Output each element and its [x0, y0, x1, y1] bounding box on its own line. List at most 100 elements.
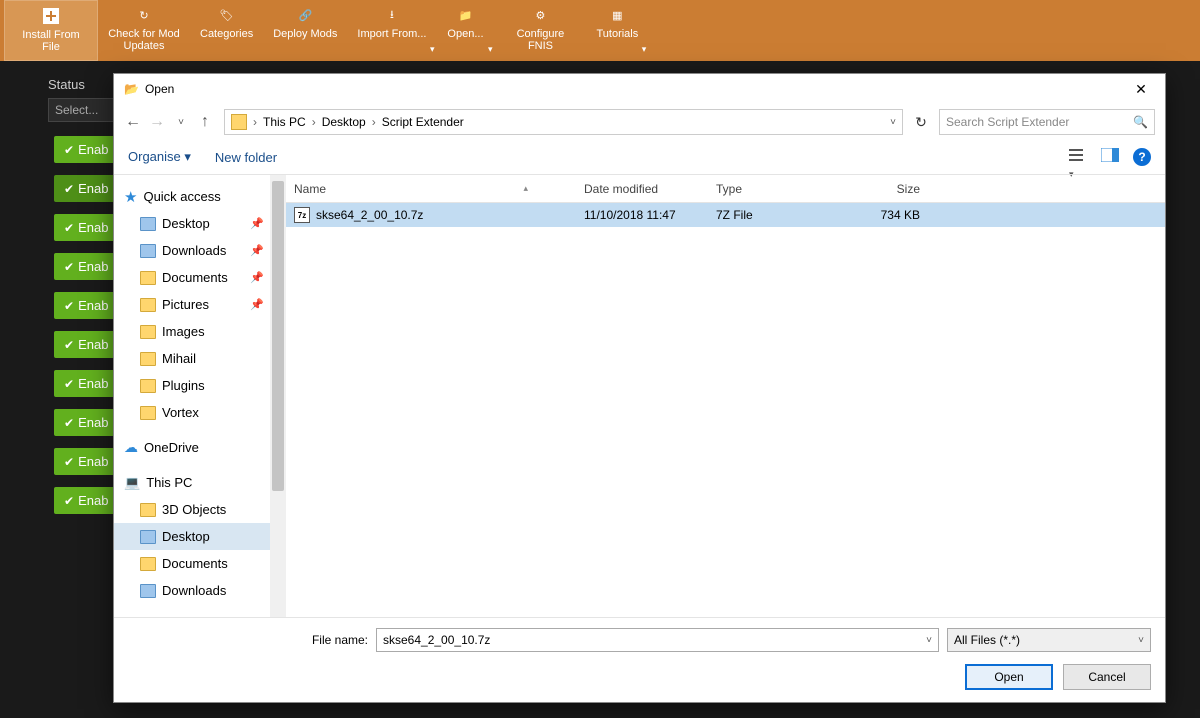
folder-icon: [231, 114, 247, 130]
cloud-icon: ☁: [124, 439, 138, 456]
toolbar-install-from-file[interactable]: Install From File: [4, 0, 98, 61]
address-bar[interactable]: › This PC › Desktop › Script Extender ˅: [224, 109, 903, 135]
help-button[interactable]: ?: [1133, 148, 1151, 166]
filename-input[interactable]: skse64_2_00_10.7z ˅: [376, 628, 939, 652]
dialog-tools-row: Organise ▾ New folder ▾ ?: [114, 140, 1165, 174]
column-size[interactable]: Size: [838, 182, 928, 196]
folder-icon: [140, 244, 156, 258]
plus-box-icon: [40, 5, 62, 27]
folder-icon: [140, 271, 156, 285]
organise-menu[interactable]: Organise ▾: [128, 149, 191, 165]
mod-row-enabled[interactable]: ✔Enab: [54, 448, 115, 475]
gear-icon: ⚙: [529, 4, 551, 26]
file-list: Name▴ Date modified Type Size 7zskse64_2…: [286, 175, 1165, 617]
folder-icon: [140, 557, 156, 571]
tree-item[interactable]: Mihail: [114, 345, 270, 372]
dialog-nav-row: ← → ˅ ↑ › This PC › Desktop › Script Ext…: [114, 104, 1165, 140]
check-icon: ✔: [64, 377, 74, 391]
up-button[interactable]: ↑: [196, 113, 214, 131]
folder-icon: [140, 530, 156, 544]
toolbar-deploy-mods[interactable]: 🔗 Deploy Mods: [263, 0, 347, 61]
check-icon: ✔: [64, 143, 74, 157]
tree-item[interactable]: Images: [114, 318, 270, 345]
folder-icon: [140, 379, 156, 393]
filter-dropdown[interactable]: ˅: [1138, 635, 1144, 646]
open-button[interactable]: Open: [965, 664, 1053, 690]
folder-icon: 📁: [454, 4, 476, 26]
pin-icon: 📌: [250, 271, 264, 284]
address-dropdown[interactable]: ˅: [890, 117, 896, 128]
filename-dropdown[interactable]: ˅: [926, 635, 932, 646]
close-button[interactable]: ✕: [1127, 81, 1155, 98]
tree-item[interactable]: Downloads: [114, 577, 270, 604]
scrollbar-thumb[interactable]: [272, 181, 284, 491]
folder-icon: [140, 325, 156, 339]
link-icon: 🔗: [294, 4, 316, 26]
column-name[interactable]: Name▴: [286, 182, 576, 196]
tree-item[interactable]: Documents📌: [114, 264, 270, 291]
search-input[interactable]: Search Script Extender 🔍: [939, 109, 1155, 135]
toolbar-categories[interactable]: 🏷 Categories: [190, 0, 263, 61]
tree-item[interactable]: 3D Objects: [114, 496, 270, 523]
mod-row-enabled[interactable]: ✔Enab: [54, 370, 115, 397]
tree-onedrive[interactable]: ☁OneDrive: [114, 434, 270, 461]
toolbar-configure-fnis[interactable]: ⚙ Configure FNIS: [494, 0, 586, 61]
file-list-header: Name▴ Date modified Type Size: [286, 175, 1165, 203]
tree-scrollbar[interactable]: [270, 175, 286, 617]
recent-locations-button[interactable]: ˅: [172, 113, 190, 131]
folder-icon: [140, 352, 156, 366]
new-folder-button[interactable]: New folder: [215, 150, 277, 165]
mod-row-enabled[interactable]: ✔Enab: [54, 409, 115, 436]
tree-item[interactable]: Vortex: [114, 399, 270, 426]
preview-pane-button[interactable]: [1101, 148, 1119, 166]
pc-icon: 💻: [124, 475, 140, 491]
tree-item[interactable]: Plugins: [114, 372, 270, 399]
import-icon: ⭳: [381, 4, 403, 26]
toolbar-tutorials[interactable]: ▦ Tutorials ▾: [586, 0, 648, 61]
vortex-toolbar: Install From File ↻ Check for Mod Update…: [0, 0, 1200, 61]
tree-item[interactable]: Desktop📌: [114, 210, 270, 237]
tree-item[interactable]: Downloads📌: [114, 237, 270, 264]
mod-row-enabled[interactable]: ✔Enab: [54, 331, 115, 358]
breadcrumb[interactable]: This PC: [263, 115, 306, 129]
folder-open-icon: 📂: [124, 82, 139, 96]
toolbar-import-from[interactable]: ⭳ Import From... ▾: [347, 0, 436, 61]
status-heading: Status: [48, 77, 115, 92]
mod-row-enabled[interactable]: ✔Enab: [54, 253, 115, 280]
dialog-bottom: File name: skse64_2_00_10.7z ˅ All Files…: [114, 617, 1165, 702]
tree-this-pc[interactable]: 💻This PC: [114, 469, 270, 496]
file-filter-select[interactable]: All Files (*.*) ˅: [947, 628, 1151, 652]
column-date[interactable]: Date modified: [576, 182, 708, 196]
caret-down-icon: ▾: [642, 44, 647, 55]
cancel-button[interactable]: Cancel: [1063, 664, 1151, 690]
breadcrumb[interactable]: Script Extender: [382, 115, 464, 129]
tree-item[interactable]: Pictures📌: [114, 291, 270, 318]
dialog-titlebar: 📂 Open ✕: [114, 74, 1165, 104]
folder-icon: [140, 217, 156, 231]
check-icon: ✔: [64, 338, 74, 352]
breadcrumb[interactable]: Desktop: [322, 115, 366, 129]
view-mode-button[interactable]: ▾: [1069, 148, 1087, 166]
mod-row-enabled[interactable]: ✔Enab: [54, 292, 115, 319]
tree-item[interactable]: Desktop: [114, 523, 270, 550]
toolbar-check-updates[interactable]: ↻ Check for Mod Updates: [98, 0, 190, 61]
toolbar-open[interactable]: 📁 Open... ▾: [436, 0, 494, 61]
mod-row-enabled[interactable]: ✔Enab: [54, 214, 115, 241]
refresh-button[interactable]: ↻: [909, 114, 933, 131]
status-filter-select[interactable]: Select...: [48, 98, 115, 122]
mod-list-panel: Status Select... ✔Enab ✔Enab ✔Enab ✔Enab…: [0, 61, 115, 526]
check-icon: ✔: [64, 299, 74, 313]
mod-row-enabled[interactable]: ✔Enab: [54, 487, 115, 514]
tree-quick-access[interactable]: ★Quick access: [114, 183, 270, 210]
star-icon: ★: [124, 188, 137, 206]
forward-button[interactable]: →: [148, 113, 166, 131]
tree-item[interactable]: Documents: [114, 550, 270, 577]
mod-row-enabled[interactable]: ✔Enab: [54, 175, 115, 202]
file-row[interactable]: 7zskse64_2_00_10.7z 11/10/2018 11:47 7Z …: [286, 203, 1165, 227]
caret-down-icon: ▾: [488, 44, 493, 55]
mod-row-enabled[interactable]: ✔Enab: [54, 136, 115, 163]
back-button[interactable]: ←: [124, 113, 142, 131]
pin-icon: 📌: [250, 217, 264, 230]
caret-down-icon: ▾: [430, 44, 435, 55]
column-type[interactable]: Type: [708, 182, 838, 196]
